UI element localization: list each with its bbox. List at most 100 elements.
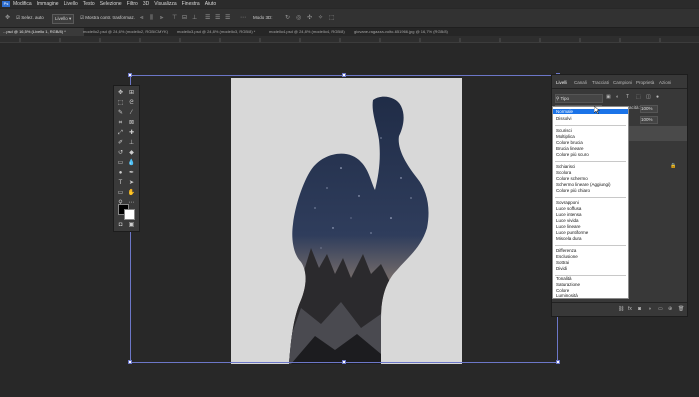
- blend-option-moltiplica[interactable]: Moltiplica: [556, 134, 575, 139]
- blend-option-dissolvi[interactable]: Dissolvi: [556, 116, 572, 121]
- blend-option-colore-schermo[interactable]: Colore schermo: [556, 176, 588, 181]
- layer-row-selected[interactable]: [629, 126, 687, 141]
- tab-campioni[interactable]: Campioni: [613, 80, 632, 85]
- eyedropper-icon[interactable]: ⤢: [116, 129, 125, 137]
- history-brush-icon[interactable]: ↺: [116, 149, 125, 157]
- roll-3d-icon[interactable]: ◎: [296, 14, 301, 22]
- blend-option-normale[interactable]: Normale: [553, 109, 628, 114]
- blend-option-luce-soffusa[interactable]: Luce soffusa: [556, 206, 581, 211]
- healing-icon[interactable]: ✚: [127, 129, 136, 137]
- dodge-icon[interactable]: ●: [116, 169, 125, 177]
- distribute-top-icon[interactable]: ☰: [205, 14, 210, 22]
- menu-selezione[interactable]: Selezione: [100, 0, 122, 8]
- blend-option-brucia-lineare[interactable]: Brucia lineare: [556, 146, 584, 151]
- align-middle-icon[interactable]: ⊟: [182, 14, 187, 22]
- align-center-icon[interactable]: ⫼: [150, 14, 153, 22]
- delete-layer-icon[interactable]: 🗑: [678, 306, 684, 312]
- blend-option-luce-puntiforme[interactable]: Luce puntiforme: [556, 230, 588, 235]
- filter-type-icon[interactable]: T: [626, 94, 629, 100]
- clone-stamp-icon[interactable]: ⊥: [127, 139, 136, 147]
- tab-tracciati[interactable]: Tracciati: [592, 80, 609, 85]
- blend-option-scurisci[interactable]: Scurisci: [556, 128, 572, 133]
- menu-aiuto[interactable]: Aiuto: [205, 0, 216, 8]
- auto-select-checkbox[interactable]: ☑ Selez. auto: [16, 14, 44, 22]
- screen-mode-icon[interactable]: ▣: [127, 221, 136, 229]
- blend-option-luminosita[interactable]: Luminosità: [556, 293, 578, 298]
- tab-proprieta[interactable]: Proprietà: [636, 80, 654, 85]
- menu-3d[interactable]: 3D: [143, 0, 149, 8]
- blend-option-differenza[interactable]: Differenza: [556, 248, 576, 253]
- slide-3d-icon[interactable]: ✧: [318, 14, 323, 22]
- align-right-icon[interactable]: ⫸: [160, 14, 163, 22]
- align-left-icon[interactable]: ⫷: [140, 14, 143, 22]
- background-color-swatch[interactable]: [124, 209, 135, 220]
- distribute-bottom-icon[interactable]: ☰: [225, 14, 230, 22]
- new-layer-icon[interactable]: ⊕: [668, 306, 672, 312]
- brush-icon[interactable]: ✐: [116, 139, 125, 147]
- blend-option-miscela-dura[interactable]: Miscela dura: [556, 236, 582, 241]
- blend-option-colore-piu-scuro[interactable]: Colore più scuro: [556, 152, 589, 157]
- opacity-field[interactable]: 100%: [640, 105, 658, 113]
- filter-toggle-icon[interactable]: ●: [656, 94, 659, 100]
- quick-select-icon[interactable]: ✎: [116, 109, 125, 117]
- menu-visualizza[interactable]: Visualizza: [154, 0, 176, 8]
- blur-icon[interactable]: 💧: [127, 159, 136, 167]
- magic-wand-icon[interactable]: ⁄: [127, 109, 136, 117]
- menu-immagine[interactable]: Immagine: [37, 0, 59, 8]
- crop-icon[interactable]: ⌗: [116, 119, 125, 127]
- blend-option-colore-piu-chiaro[interactable]: Colore più chiaro: [556, 188, 590, 193]
- tab-document-1[interactable]: ...psd @ 16,5% (Livello 1, RGB/8) *: [0, 28, 84, 36]
- transform-handle-bottom-right[interactable]: [556, 360, 560, 364]
- blend-option-sottrai[interactable]: Sottrai: [556, 260, 569, 265]
- tab-canali[interactable]: Canali: [574, 80, 587, 85]
- menu-livello[interactable]: Livello: [64, 0, 78, 8]
- blend-option-esclusione[interactable]: Esclusione: [556, 254, 578, 259]
- blend-option-saturazione[interactable]: Saturazione: [556, 282, 580, 287]
- frame-icon[interactable]: ⊠: [127, 119, 136, 127]
- menu-testo[interactable]: Testo: [83, 0, 95, 8]
- blend-option-dividi[interactable]: Dividi: [556, 266, 567, 271]
- blend-option-luce-vivida[interactable]: Luce vivida: [556, 218, 579, 223]
- align-bottom-icon[interactable]: ⊥: [192, 14, 197, 22]
- add-mask-icon[interactable]: ◙: [638, 306, 641, 312]
- show-transform-checkbox[interactable]: ☑ Mostra contr. trasformaz.: [80, 14, 135, 22]
- blend-option-schermo-lineare[interactable]: Schermo lineare (Aggiungi): [556, 182, 611, 187]
- new-group-icon[interactable]: ▭: [658, 306, 663, 312]
- quick-mask-icon[interactable]: ◘: [116, 221, 125, 229]
- menu-finestra[interactable]: Finestra: [182, 0, 200, 8]
- scale-3d-icon[interactable]: ⬚: [329, 14, 335, 22]
- link-layers-icon[interactable]: ⛓: [618, 306, 624, 312]
- marquee-icon[interactable]: ⬚: [116, 99, 125, 107]
- rectangle-icon[interactable]: ▭: [116, 189, 125, 197]
- distribute-middle-icon[interactable]: ☰: [215, 14, 220, 22]
- tab-document-5[interactable]: giovane-ragazza-volto-651966.jpg @ 16,7%…: [351, 28, 467, 36]
- move-tool-preset-icon[interactable]: ✥: [5, 14, 10, 22]
- filter-smart-object-icon[interactable]: ◫: [646, 94, 651, 100]
- gradient-icon[interactable]: ▭: [116, 159, 125, 167]
- fill-field[interactable]: 100%: [640, 116, 658, 124]
- adjustment-layer-icon[interactable]: ◑: [648, 306, 651, 312]
- blend-option-sovrapponi[interactable]: Sovrapponi: [556, 200, 579, 205]
- auto-select-target-dropdown[interactable]: Livello ▾: [52, 14, 75, 24]
- horizontal-ruler[interactable]: [0, 36, 699, 43]
- transform-handle-top-left[interactable]: [128, 73, 132, 77]
- blend-option-colore-brucia[interactable]: Colore brucia: [556, 140, 583, 145]
- tab-document-2[interactable]: modello2.psd @ 24,6% (modello2, RGB/CMYK…: [80, 28, 178, 36]
- lasso-icon[interactable]: ᘓ: [127, 99, 136, 107]
- artboard-icon[interactable]: ⊞: [127, 89, 136, 97]
- tab-document-4[interactable]: modello4.psd @ 24,8% (modello4, RGB/8): [266, 28, 355, 36]
- tab-document-3[interactable]: modello3.psd @ 24,8% (modello3, RGB/8) *: [174, 28, 270, 36]
- menu-modifica[interactable]: Modifica: [13, 0, 32, 8]
- rotate-3d-icon[interactable]: ↻: [285, 14, 290, 22]
- filter-pixel-icon[interactable]: ▣: [606, 94, 611, 100]
- type-icon[interactable]: T: [116, 179, 125, 187]
- blend-option-schiarisci[interactable]: Schiarisci: [556, 164, 575, 169]
- tab-azioni[interactable]: Azioni: [659, 80, 671, 85]
- transform-handle-bottom[interactable]: [342, 360, 346, 364]
- hand-icon[interactable]: ✋: [127, 189, 136, 197]
- filter-adjustment-icon[interactable]: ◐: [616, 94, 619, 100]
- transform-bounding-box[interactable]: [130, 75, 558, 363]
- pan-3d-icon[interactable]: ✣: [307, 14, 312, 22]
- eraser-icon[interactable]: ◆: [127, 149, 136, 157]
- blend-option-luce-intensa[interactable]: Luce intensa: [556, 212, 582, 217]
